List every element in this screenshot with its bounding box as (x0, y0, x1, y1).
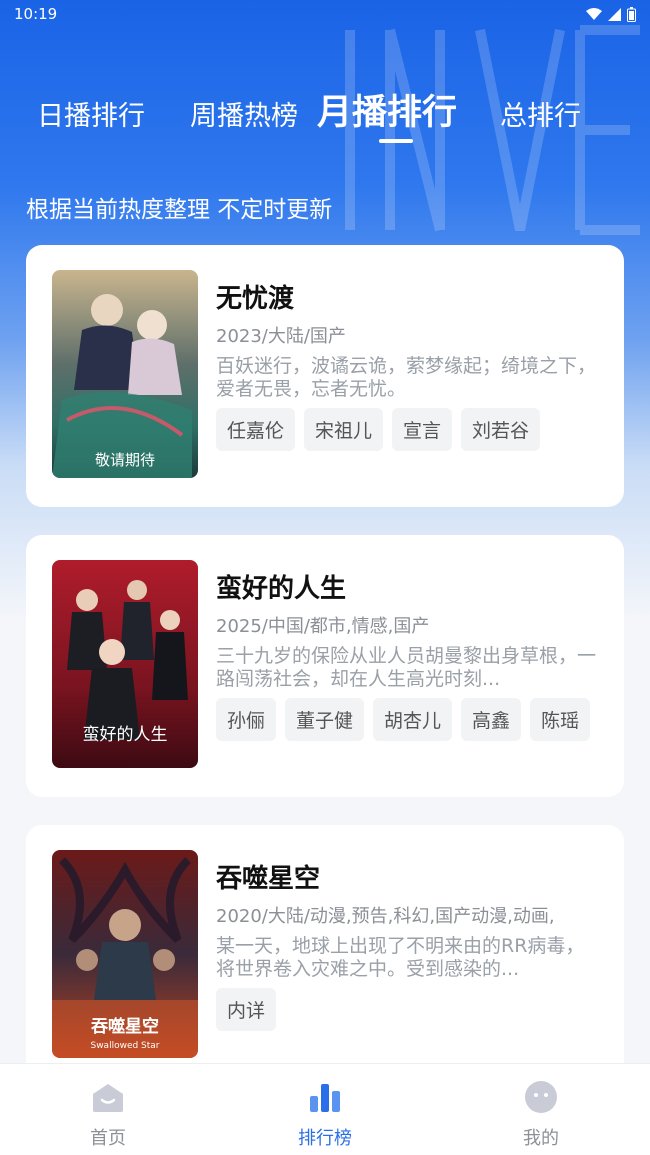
cast-tag[interactable]: 刘若谷 (461, 408, 541, 451)
show-meta: 2020/大陆/动漫,预告,科幻,国产动漫,动画, (216, 906, 555, 927)
svg-text:Swallowed Star: Swallowed Star (90, 1041, 159, 1051)
cast-tag[interactable]: 胡杏儿 (373, 698, 453, 741)
ranking-tabs: 日播排行 周播热榜 月播排行 总排行 (0, 80, 650, 150)
cast-tag[interactable]: 陈瑶 (530, 698, 591, 741)
show-title[interactable]: 吞噬星空 (216, 858, 320, 895)
active-tab-indicator (379, 139, 413, 143)
cast-tag[interactable]: 孙俪 (216, 698, 277, 741)
ranking-subtitle: 根据当前热度整理 不定时更新 (26, 197, 333, 223)
nav-home[interactable]: 首页 (53, 1080, 163, 1150)
ranking-icon (310, 1084, 340, 1112)
cast-tag[interactable]: 宣言 (392, 408, 453, 451)
status-bar: 10:19 (0, 0, 650, 28)
svg-text:吞噬星空: 吞噬星空 (91, 1016, 159, 1037)
show-title[interactable]: 无忧渡 (216, 278, 294, 315)
svg-text:蛮好的人生: 蛮好的人生 (83, 725, 168, 745)
cast-tag[interactable]: 宋祖儿 (304, 408, 384, 451)
battery-icon (627, 6, 636, 22)
nav-profile[interactable]: 我的 (486, 1080, 596, 1150)
tab-daily[interactable]: 日播排行 (37, 94, 145, 133)
show-card[interactable]: 吞噬星空 Swallowed Star 吞噬星空 2020/大陆/动漫,预告,科… (26, 825, 624, 1087)
cast-tag[interactable]: 高鑫 (461, 698, 522, 741)
home-icon (93, 1084, 123, 1112)
nav-home-label: 首页 (90, 1128, 126, 1149)
nav-ranking-label: 排行榜 (298, 1128, 352, 1149)
show-description: 百妖迷行，波谲云诡，萦梦缘起；绮境之下，爱者无畏，忘者无忧。 (216, 355, 597, 400)
wifi-icon (586, 7, 602, 20)
show-meta: 2025/中国/都市,情感,国产 (216, 616, 430, 637)
poster-image: 蛮好的人生 (52, 560, 198, 768)
show-title[interactable]: 蛮好的人生 (216, 568, 346, 605)
nav-ranking[interactable]: 排行榜 (270, 1080, 380, 1150)
cast-tags: 内详 (216, 988, 277, 1031)
cast-tags: 孙俪 董子健 胡杏儿 高鑫 陈瑶 (216, 698, 591, 741)
tab-monthly[interactable]: 月播排行 (317, 84, 457, 135)
show-description: 某一天，地球上出现了不明来由的RR病毒，将世界卷入灾难之中。受到感染的... (216, 935, 585, 980)
cast-tags: 任嘉伦 宋祖儿 宣言 刘若谷 (216, 408, 541, 451)
cast-tag[interactable]: 董子健 (285, 698, 365, 741)
nav-profile-label: 我的 (523, 1128, 559, 1149)
show-meta: 2023/大陆/国产 (216, 326, 346, 347)
poster-image: 敬请期待 (52, 270, 198, 478)
poster-image: 吞噬星空 Swallowed Star (52, 850, 198, 1058)
status-time: 10:19 (14, 5, 58, 23)
signal-icon (608, 7, 621, 21)
show-description: 三十九岁的保险从业人员胡曼黎出身草根，一路闯荡社会，却在人生高光时刻... (216, 645, 597, 690)
cast-tag[interactable]: 任嘉伦 (216, 408, 296, 451)
show-card[interactable]: 蛮好的人生 蛮好的人生 2025/中国/都市,情感,国产 三十九岁的保险从业人员… (26, 535, 624, 797)
show-card[interactable]: 敬请期待 无忧渡 2023/大陆/国产 百妖迷行，波谲云诡，萦梦缘起；绮境之下，… (26, 245, 624, 507)
bottom-navigation: 首页 排行榜 我的 (0, 1063, 650, 1155)
tab-weekly[interactable]: 周播热榜 (190, 94, 298, 133)
tab-overall[interactable]: 总排行 (500, 94, 581, 133)
cast-tag[interactable]: 内详 (216, 988, 277, 1031)
svg-text:敬请期待: 敬请期待 (95, 451, 155, 469)
profile-icon (525, 1081, 557, 1113)
